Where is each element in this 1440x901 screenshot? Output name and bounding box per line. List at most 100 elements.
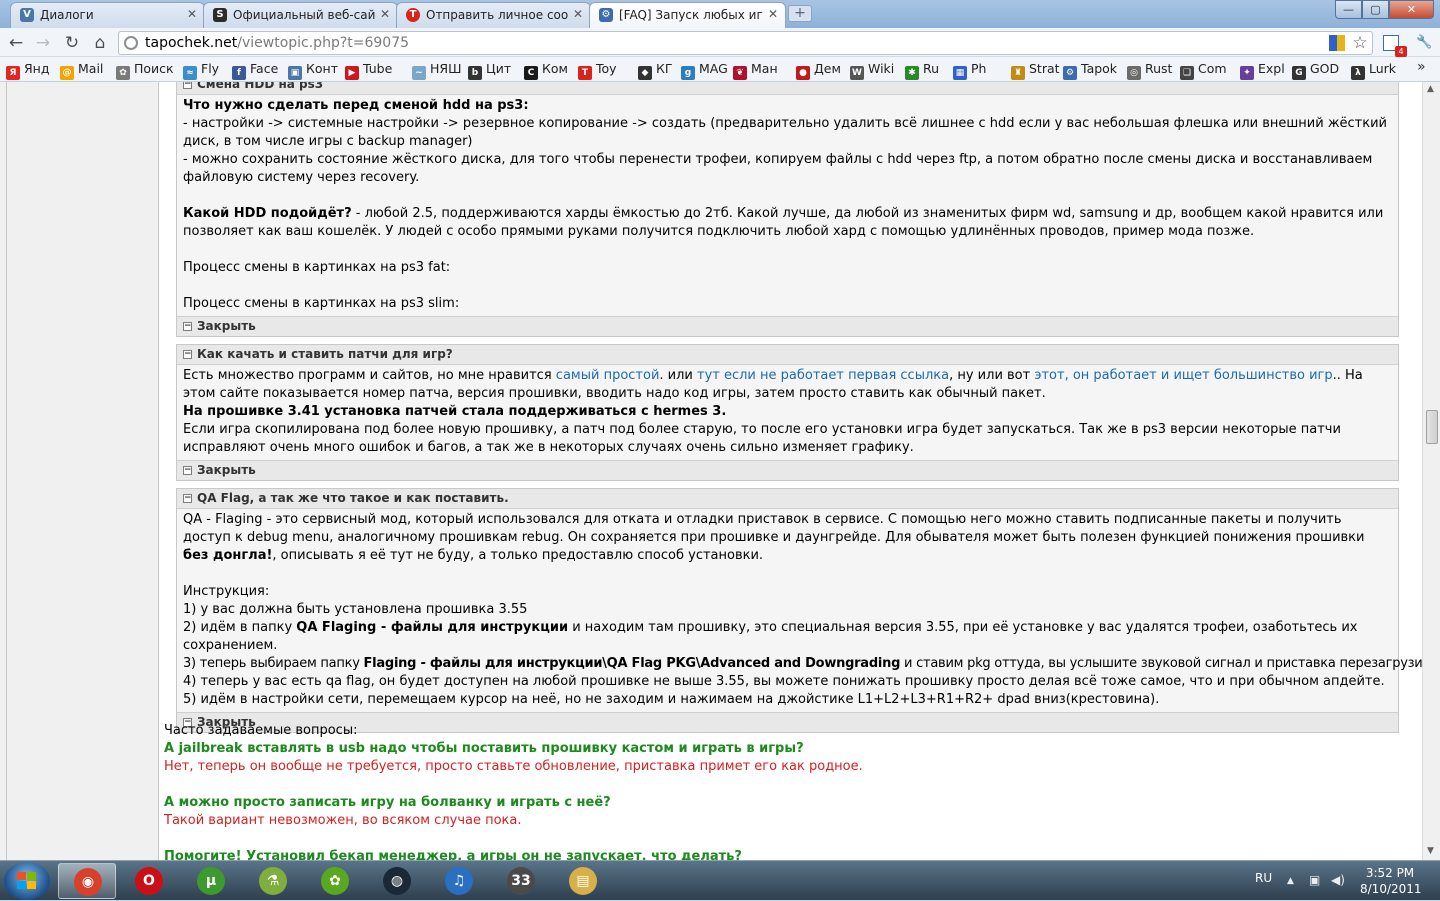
page-info-icon[interactable] xyxy=(124,36,138,50)
clock[interactable]: 3:52 PM 8/10/2011 xyxy=(1360,865,1422,897)
bookmark-favicon-icon: ✿ xyxy=(116,66,130,80)
show-hidden-icons-icon[interactable]: ▲ xyxy=(1287,876,1294,886)
bookmark-item[interactable]: ❏ Com xyxy=(1180,61,1227,80)
bookmark-item[interactable]: b Цит xyxy=(468,61,511,80)
close-icon[interactable]: ✕ xyxy=(380,7,390,21)
bookmark-label: Ком xyxy=(542,61,568,76)
spoiler-header[interactable]: − QA Flag, а так же что такое и как пост… xyxy=(177,489,1398,509)
spoiler-close-button[interactable]: − Закрыть xyxy=(177,460,1398,480)
bookmark-item[interactable]: C Ком xyxy=(524,61,568,80)
spoiler-header[interactable]: − Как качать и ставить патчи для игр? xyxy=(177,345,1398,365)
bookmark-item[interactable]: W Wiki xyxy=(850,61,894,80)
tab-send-message[interactable]: T Отправить личное сообщ ✕ xyxy=(396,2,591,28)
bold-text: Flaging - файлы для инструкции\QA Flag P… xyxy=(363,656,901,671)
bookmark-item[interactable]: ❦ Ман xyxy=(733,61,778,80)
search-site-link[interactable]: этот, он работает и ищет большинство игр xyxy=(1034,368,1332,383)
language-indicator[interactable]: RU xyxy=(1255,871,1272,885)
bookmark-item[interactable]: T Toy xyxy=(578,61,617,80)
taskbar-app-utorrent[interactable]: µ xyxy=(182,863,240,899)
collapse-icon[interactable]: − xyxy=(183,350,192,359)
taskbar-app-chrome[interactable]: ◉ xyxy=(58,863,116,899)
more-bookmarks-icon[interactable]: » xyxy=(1417,59,1426,75)
forward-button[interactable]: → xyxy=(33,33,53,53)
start-button[interactable] xyxy=(4,862,50,900)
bookmark-favicon-icon: ▣ xyxy=(288,66,302,80)
bookmark-item[interactable]: g MAG xyxy=(681,61,728,80)
mirror-link[interactable]: тут если не работает первая ссылка xyxy=(697,368,949,383)
bookmark-item[interactable]: ≈ Fly xyxy=(183,61,219,80)
bookmark-item[interactable]: ▶ Tube xyxy=(345,61,392,80)
tools-icon: ⚗ xyxy=(259,867,287,895)
bookmark-label: Поиск xyxy=(134,61,174,76)
minimize-button[interactable]: — xyxy=(1335,0,1362,19)
scroll-up-arrow-icon[interactable]: ▲ xyxy=(1427,84,1434,94)
text-line: Если игра скопилирована под более новую … xyxy=(183,422,1341,455)
faq-answer: Такой вариант невозможен, во всяком случ… xyxy=(164,813,522,828)
network-icon[interactable]: ▣ xyxy=(1309,873,1320,887)
text-span: 2) идём в папку xyxy=(183,620,297,635)
bookmark-item[interactable]: ✦ Expl xyxy=(1240,61,1285,80)
bookmark-item[interactable]: G GOD xyxy=(1292,61,1339,80)
bookmark-item[interactable]: ◎ Rust xyxy=(1127,61,1172,80)
window-close-button[interactable]: ✕ xyxy=(1389,0,1434,19)
volume-icon[interactable]: ◀) xyxy=(1331,873,1345,887)
bookmark-item[interactable]: ▦ Ph xyxy=(953,61,986,80)
maximize-button[interactable]: ▢ xyxy=(1362,0,1389,19)
tab-faq[interactable]: ⚙ [FAQ] Запуск любых игр и ✕ xyxy=(589,2,786,28)
extension-icon[interactable] xyxy=(1329,35,1345,51)
scroll-down-arrow-icon[interactable]: ▼ xyxy=(1427,846,1434,856)
spoiler-close-button[interactable]: − Закрыть xyxy=(177,316,1398,336)
taskbar-app-steam[interactable]: ◍ xyxy=(368,863,426,899)
bookmark-favicon-icon: λ xyxy=(1351,66,1365,80)
bookmark-item[interactable]: ◆ КГ xyxy=(638,61,673,80)
bookmark-item[interactable]: f Face xyxy=(232,61,278,80)
home-button[interactable]: ⌂ xyxy=(90,33,110,53)
taskbar-app-explorer[interactable]: ▤ xyxy=(554,863,612,899)
bookmark-item[interactable]: ✿ Поиск xyxy=(116,61,174,80)
bookmark-favicon-icon: G xyxy=(1292,66,1306,80)
spoiler-header[interactable]: − Смена HDD на ps3 xyxy=(177,82,1398,95)
collapse-icon[interactable]: − xyxy=(183,494,192,503)
taskbar-app-opera[interactable]: O xyxy=(120,863,178,899)
bookmark-item[interactable]: λ Lurk xyxy=(1351,61,1396,80)
simple-site-link[interactable]: самый простой xyxy=(556,368,660,383)
close-icon[interactable]: ✕ xyxy=(573,7,583,21)
bookmark-star-icon[interactable]: ☆ xyxy=(1352,35,1368,52)
url-text[interactable]: tapochek.net/viewtopic.php?t=69075 xyxy=(145,35,409,51)
collapse-icon[interactable]: − xyxy=(183,466,192,475)
taskbar-app-itunes[interactable]: ♫ xyxy=(430,863,488,899)
collapse-icon[interactable]: − xyxy=(183,82,192,89)
scrollbar-thumb[interactable] xyxy=(1426,410,1438,444)
bookmark-favicon-icon: ◎ xyxy=(1127,66,1141,80)
address-bar[interactable]: tapochek.net/viewtopic.php?t=69075 xyxy=(118,31,1373,55)
bookmark-item[interactable]: Я Янд xyxy=(6,61,50,80)
bookmark-item[interactable]: ● Дем xyxy=(796,61,841,80)
bookmark-item[interactable]: ~ НЯШ xyxy=(412,61,461,80)
taskbar-app-tools[interactable]: ⚗ xyxy=(244,863,302,899)
taskbar-app-icq[interactable]: ✿ xyxy=(306,863,364,899)
new-tab-button[interactable]: + xyxy=(788,5,812,22)
taskbar-app-monitor[interactable]: 33 xyxy=(492,863,550,899)
bookmark-favicon-icon: Я xyxy=(6,66,20,80)
bookmark-item[interactable]: ♜ Strat xyxy=(1011,61,1060,80)
vertical-scrollbar[interactable]: ▲ ▼ xyxy=(1422,82,1440,860)
clock-time: 3:52 PM xyxy=(1365,866,1415,880)
tab-official-site[interactable]: S Официальный веб-сайт PI ✕ xyxy=(203,2,398,28)
bookmark-favicon-icon: ◆ xyxy=(638,66,652,80)
bookmark-favicon-icon: ✱ xyxy=(905,66,919,80)
bookmark-item[interactable]: ✱ Ru xyxy=(905,61,939,80)
tab-dialogs[interactable]: V Диалоги ✕ xyxy=(10,2,205,28)
text-span: , ну или вот xyxy=(949,368,1035,383)
close-icon[interactable]: ✕ xyxy=(187,7,197,21)
faq-question: А jailbreak вставлять в usb надо чтобы п… xyxy=(164,741,804,756)
back-button[interactable]: ← xyxy=(6,33,26,53)
close-icon[interactable]: ✕ xyxy=(768,7,778,21)
bookmark-item[interactable]: @ Mail xyxy=(60,61,103,80)
collapse-icon[interactable]: − xyxy=(183,322,192,331)
bookmark-label: Конт xyxy=(306,61,338,76)
bookmark-item[interactable]: ⚙ Tapok xyxy=(1063,61,1117,80)
wrench-icon[interactable]: 🔧 xyxy=(1416,35,1432,51)
bookmark-item[interactable]: ▣ Конт xyxy=(288,61,338,80)
clock-date: 8/10/2011 xyxy=(1360,882,1422,896)
reload-button[interactable]: ↻ xyxy=(62,33,82,53)
